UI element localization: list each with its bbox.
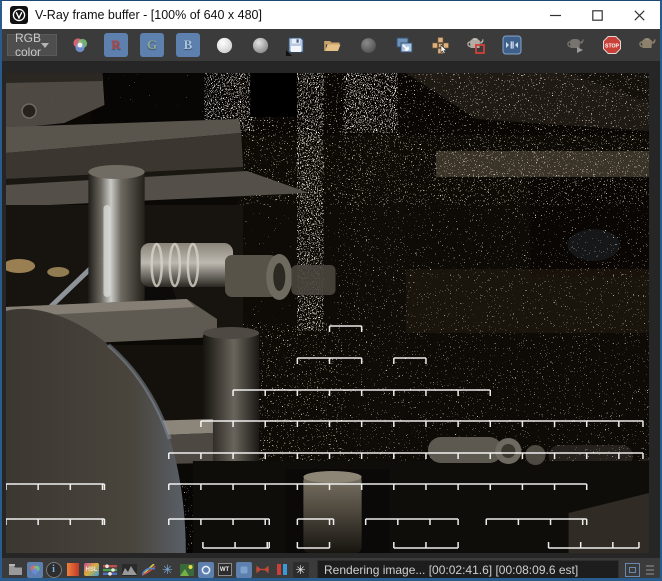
lut-icon[interactable]: ✳ (160, 562, 176, 578)
minimize-button[interactable] (534, 1, 576, 29)
channel-dropdown[interactable]: RGB color (7, 31, 58, 59)
blue-channel-label: B (183, 37, 193, 52)
stereo-icon[interactable] (274, 562, 290, 578)
color-balance-icon[interactable] (103, 562, 119, 578)
curves-icon[interactable] (141, 562, 157, 578)
save-options-arrow (286, 50, 293, 56)
vray-logo-icon (10, 6, 28, 24)
render-status-text: Rendering image... [00:02:41.6] [00:08:0… (317, 560, 619, 578)
lens-effects-icon[interactable] (197, 561, 214, 578)
copy-to-host-frame-buffer-icon[interactable] (392, 33, 416, 57)
render-last-icon[interactable] (564, 33, 588, 57)
exposure-icon[interactable] (65, 562, 81, 578)
vray-frame-buffer-window: V-Ray frame buffer - [100% of 640 x 480]… (0, 0, 662, 581)
white-balance-label: WT (219, 566, 230, 573)
whites-sphere-icon[interactable] (212, 33, 236, 57)
window-controls (534, 1, 660, 29)
icc-profile-icon[interactable] (235, 561, 252, 578)
statusbar: i HSL ✳ WT ✳ Rendering image... [00:02:4… (2, 558, 660, 578)
render-last-region-icon[interactable] (464, 33, 488, 57)
window-title: V-Ray frame buffer - [100% of 640 x 480] (35, 8, 262, 22)
red-channel-toggle[interactable]: R (104, 33, 129, 57)
render-viewport (2, 61, 660, 558)
hsl-label: HSL (85, 566, 98, 573)
render-image[interactable] (6, 73, 649, 553)
histogram-icon[interactable] (122, 562, 138, 578)
stop-label: STOP (605, 43, 620, 49)
close-button[interactable] (618, 1, 660, 29)
channel-dropdown-value: RGB color (15, 31, 42, 59)
background-image-icon[interactable] (179, 562, 195, 578)
pixel-aspect-icon[interactable] (255, 562, 271, 578)
compare-images-icon[interactable] (500, 33, 524, 57)
sphere-dim-icon[interactable] (356, 33, 380, 57)
chevron-down-icon (41, 42, 50, 48)
blue-channel-toggle[interactable]: B (176, 33, 201, 57)
region-render-icon[interactable] (428, 33, 452, 57)
resize-grip-icon[interactable] (646, 564, 654, 575)
titlebar: V-Ray frame buffer - [100% of 640 x 480] (2, 1, 660, 29)
grays-sphere-icon[interactable] (248, 33, 272, 57)
denoiser-icon[interactable]: ✳ (292, 561, 309, 578)
open-image-icon[interactable] (320, 33, 344, 57)
toolbar: RGB color R G B STOP (2, 29, 660, 61)
info-icon[interactable]: i (45, 561, 62, 578)
save-image-icon[interactable] (284, 33, 308, 57)
white-balance-icon[interactable]: WT (217, 562, 233, 578)
info-glyph: i (52, 564, 55, 575)
rgb-channels-icon[interactable] (68, 33, 92, 57)
dock-icon[interactable] (625, 562, 640, 577)
hsl-icon[interactable]: HSL (84, 562, 100, 578)
render-icon[interactable] (636, 33, 660, 57)
green-channel-label: G (146, 37, 158, 52)
stop-render-icon[interactable]: STOP (600, 33, 624, 57)
maximize-button[interactable] (576, 1, 618, 29)
color-wheel-icon[interactable] (26, 561, 43, 578)
layers-icon[interactable] (8, 562, 24, 578)
red-channel-label: R (111, 37, 121, 52)
green-channel-toggle[interactable]: G (140, 33, 165, 57)
